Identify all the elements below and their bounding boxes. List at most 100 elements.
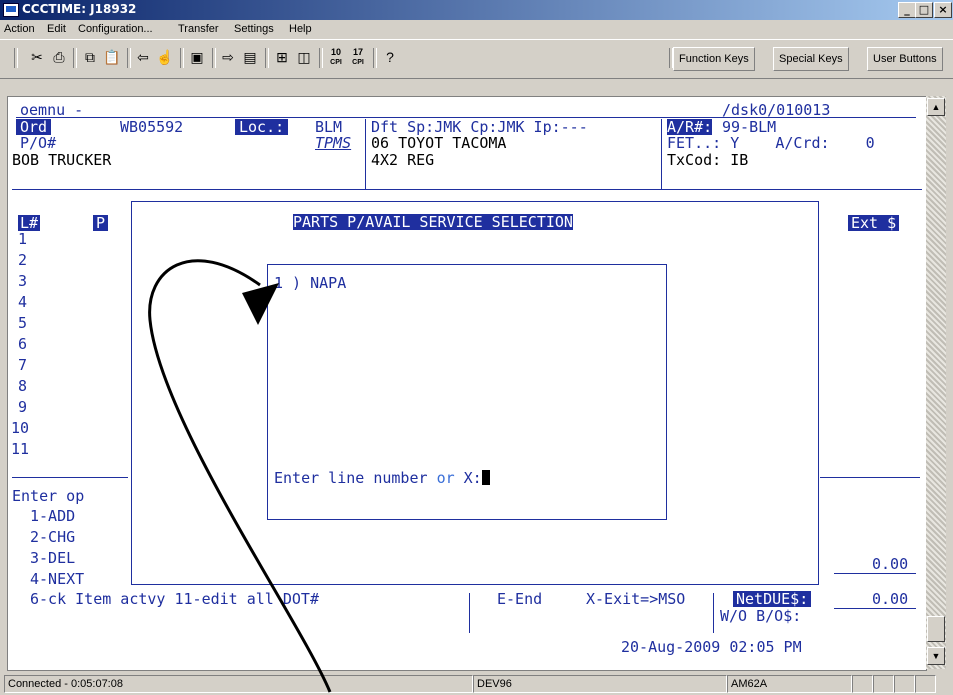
toolbar-separator [127,48,131,68]
loc-value: BLM [315,118,343,136]
ext-total-rule [834,573,916,574]
footer-divider [469,593,470,633]
menu-edit[interactable]: Edit [47,23,66,35]
back-arrow-icon[interactable]: ⇦ [134,48,152,66]
prompt-x: X: [454,469,482,487]
toolbar: ✂ ⎙ ⧉ 📋 ⇦ ☝ ▣ ⇨ ▤ ⊞ ◫ 10 CPI 17 CPI ? Func… [0,39,953,79]
app-icon[interactable] [3,3,19,17]
send-icon[interactable]: ⇨ [219,48,237,66]
menu-help[interactable]: Help [289,23,312,35]
grid-rule [820,477,920,478]
fet-line: FET..: Y A/Crd: 0 [667,134,875,152]
terminal-screen[interactable]: oemnu - /dsk0/010013 Ord WB05592 Loc.: B… [7,96,927,671]
vertical-scrollbar[interactable]: ▲ ▼ [926,96,946,669]
line-number: 3 [18,272,28,290]
user-buttons-button[interactable]: User Buttons [867,47,943,71]
po-label: P/O# [20,134,57,152]
special-keys-button[interactable]: Special Keys [773,47,849,71]
column-ext: Ext $ [848,215,900,231]
line-number: 8 [18,377,28,395]
customer-name: BOB TRUCKER [12,151,112,169]
status-cell [852,675,873,693]
toolbar-separator [265,48,269,68]
option-bottom-line: 6-ck Item actvy 11-edit all DOT# [30,590,319,608]
hand-icon[interactable]: ☝ [156,48,174,66]
selection-dialog: PARTS P/AVAIL SERVICE SELECTION 1 ) NAPA… [131,201,819,585]
ord-value: WB05592 [120,118,184,136]
toolbar-separator [319,48,323,68]
minimize-button[interactable]: _ [898,2,916,18]
cpi-10-label: 10 [330,47,341,57]
function-keys-button[interactable]: Function Keys [673,47,755,71]
option-chg[interactable]: 2-CHG [30,529,75,545]
grid-rule [12,477,128,478]
column-line-number: L# [18,214,41,232]
text-cursor [481,470,490,485]
help-icon[interactable]: ? [381,48,399,66]
zoom-icon[interactable]: ⊞ [273,48,291,66]
paste-icon[interactable]: 📋 [103,48,121,66]
close-button[interactable]: × [934,2,952,18]
ord-label: Ord [16,119,52,135]
netdue-rule [834,608,916,609]
scroll-up-button[interactable]: ▲ [927,98,945,116]
loc-label: Loc.: [235,119,289,135]
menu-bar: Action Edit Configuration... Transfer Se… [0,20,953,39]
dft-line: Dft Sp:JMK Cp:JMK Ip:--- [371,118,588,136]
10-cpi-icon[interactable]: 10 CPI [327,47,345,67]
txcod-line: TxCod: IB [667,151,749,169]
netdue-label: NetDUE$: [733,591,812,607]
netdue-value: 0.00 [872,590,909,608]
toolbar-separator [14,48,18,68]
title-bar[interactable]: CCCTIME: J18932 _ □ × [0,0,953,20]
line-number-prompt[interactable]: Enter line number or X: [274,470,490,486]
properties-icon[interactable]: ▣ [188,48,206,66]
option-del[interactable]: 3-DEL [30,550,75,566]
menu-action[interactable]: Action [4,23,35,35]
enter-option-label: Enter op [12,487,85,505]
option-next[interactable]: 4-NEXT [30,571,84,587]
line-number: 10 [11,419,30,437]
status-cell [915,675,936,693]
option-napa[interactable]: 1 ) NAPA [274,275,346,291]
cpi-label: CPI [352,59,364,66]
cpi-label: CPI [330,59,342,66]
prompt-text: Enter line number [274,469,437,487]
status-cell [894,675,915,693]
print-icon[interactable]: ⎙ [50,48,68,66]
host-name: DEV96 [473,675,727,693]
line-number: 4 [18,293,28,311]
scissors-icon[interactable]: ✂ [28,48,46,66]
path-label: /dsk0/010013 [722,101,831,119]
end-option[interactable]: E-End [497,591,542,607]
toolbar-separator [180,48,184,68]
header-divider [661,119,662,189]
prompt-or: or [436,469,455,487]
dialog-title: PARTS P/AVAIL SERVICE SELECTION [293,213,573,231]
maximize-button[interactable]: □ [915,2,933,18]
window-icon[interactable]: ◫ [295,48,313,66]
toolbar-separator [73,48,77,68]
ar-label: A/R#: [667,118,713,136]
ext-total: 0.00 [872,555,909,573]
ar-value: 99-BLM [722,118,777,136]
scroll-down-button[interactable]: ▼ [927,647,945,665]
toolbar-separator [373,48,377,68]
header-divider [365,119,366,189]
line-number: 9 [18,398,28,416]
menu-configuration[interactable]: Configuration... [78,23,153,35]
line-number: 2 [18,251,28,269]
window-title: CCCTIME: J18932 [22,2,137,16]
scroll-thumb[interactable] [927,616,945,642]
connection-status: Connected - 0:05:07:08 [4,675,473,693]
copy-icon[interactable]: ⧉ [81,48,99,66]
exit-option[interactable]: X-Exit=>MSO [586,591,685,607]
option-add[interactable]: 1-ADD [30,508,75,524]
cpi-17-label: 17 [352,47,363,57]
17-cpi-icon[interactable]: 17 CPI [349,47,367,67]
menu-transfer[interactable]: Transfer [178,23,219,35]
menu-settings[interactable]: Settings [234,23,274,35]
vehicle-line-2: 4X2 REG [371,151,435,169]
line-number: 5 [18,314,28,332]
receive-icon[interactable]: ▤ [241,48,259,66]
